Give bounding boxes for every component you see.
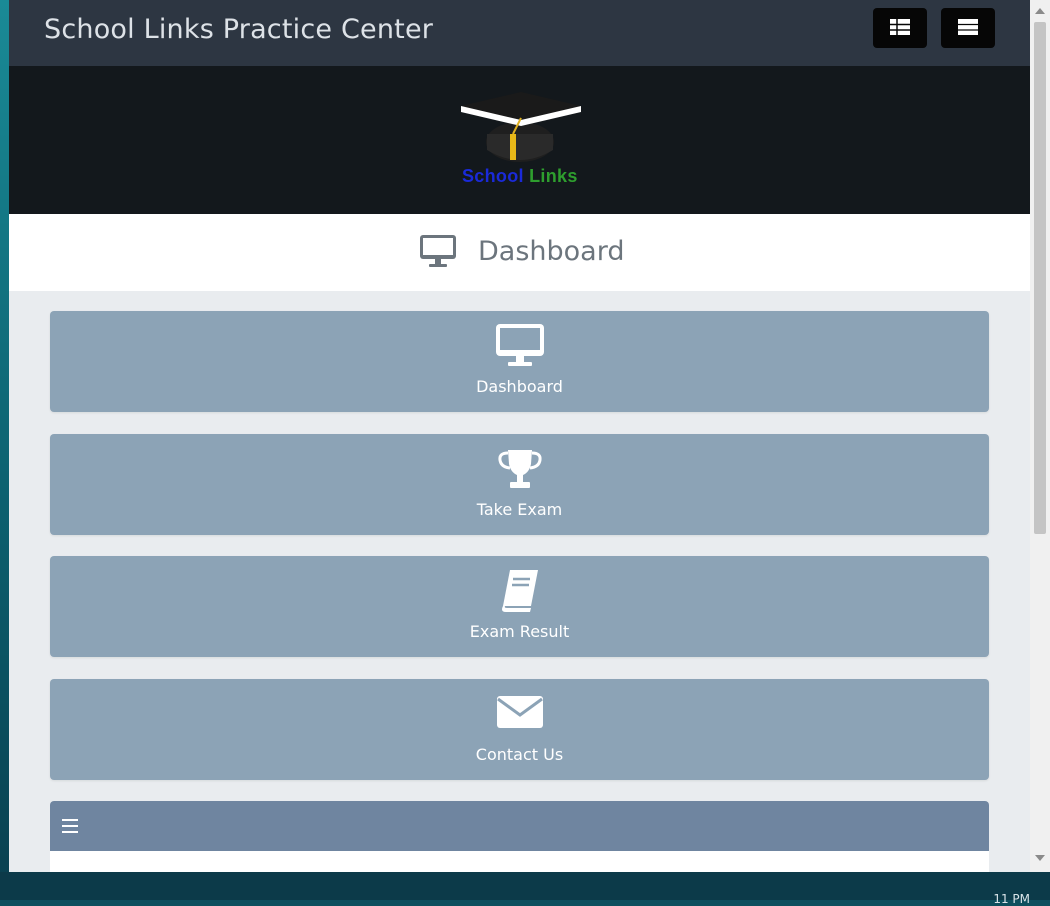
scroll-down-arrow-icon[interactable] [1035, 855, 1045, 861]
list-icon [958, 19, 978, 35]
taskbar-clock: 11 PM [993, 892, 1030, 906]
brand-title[interactable]: School Links Practice Center [44, 14, 433, 45]
grid-menu-button[interactable] [873, 8, 927, 48]
panel-header [50, 801, 989, 851]
trophy-icon [497, 450, 542, 488]
tile-contact-us[interactable]: Contact Us [50, 679, 989, 780]
list-menu-button[interactable] [941, 8, 995, 48]
scroll-thumb[interactable] [1034, 22, 1046, 534]
app-window: School Links Practice Center School Link… [9, 0, 1050, 872]
monitor-icon [420, 235, 456, 267]
tile-take-exam[interactable]: Take Exam [50, 434, 989, 535]
scroll-up-arrow-icon[interactable] [1035, 8, 1045, 14]
book-icon [501, 570, 538, 612]
desktop-background [0, 0, 9, 900]
tile-label: Take Exam [476, 500, 563, 519]
logo-text: School Links [462, 166, 578, 186]
vertical-scrollbar[interactable] [1030, 0, 1050, 872]
collapsible-panel [50, 801, 989, 872]
page-title: Dashboard [478, 236, 625, 267]
top-navbar: School Links Practice Center [9, 0, 1030, 66]
envelope-icon [496, 696, 543, 728]
table-icon [890, 19, 910, 35]
hamburger-icon[interactable] [62, 819, 78, 833]
tile-exam-result[interactable]: Exam Result [50, 556, 989, 657]
tile-label: Exam Result [469, 622, 570, 641]
monitor-icon [495, 324, 544, 366]
tile-label: Contact Us [475, 745, 564, 764]
taskbar [0, 872, 1050, 900]
tile-dashboard[interactable]: Dashboard [50, 311, 989, 412]
page-header: Dashboard [9, 214, 1030, 291]
tile-label: Dashboard [476, 377, 563, 396]
logo-banner: School Links [9, 66, 1030, 214]
